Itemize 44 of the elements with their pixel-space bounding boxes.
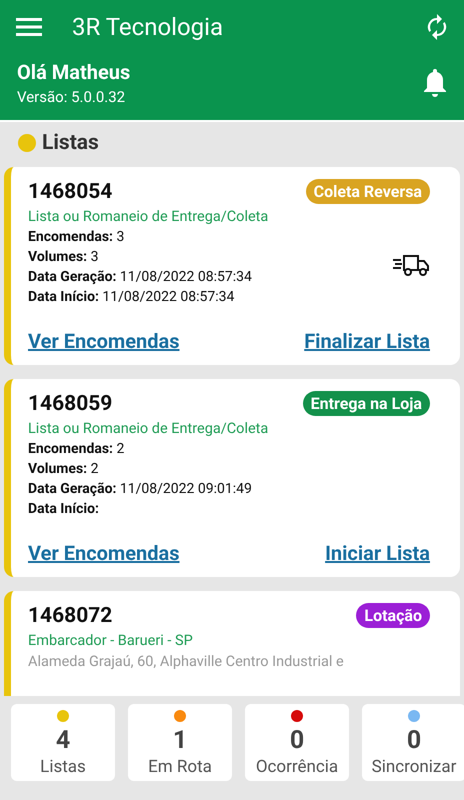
detail-text: Data Geração: 11/08/2022 08:57:34 [28, 269, 253, 285]
detail-text: Data Geração: 11/08/2022 09:01:49 [28, 481, 253, 497]
list-number: 1468059 [28, 392, 112, 416]
count-text: 0 [290, 726, 304, 755]
tile-label: Ocorrência [256, 757, 338, 777]
list-subtitle: Embarcador - Barueri - SP [28, 632, 194, 649]
section-title: Listas [42, 131, 99, 155]
detail-text: Volumes: 3 [28, 249, 100, 265]
detail-text: Encomendas: 3 [28, 229, 126, 245]
list-card[interactable]: 1468054 Coleta Reversa Lista ou Romaneio de Entrega/Coleta Encomendas: 3 Volumes: 3 Data Geração: 11/08/2022 08:57:34 Data Início: 11/08/2022 08:57:34 Ver Encomendas Finalizar Lista [4, 167, 460, 365]
summary-tile[interactable]: 0 Ocorrência [245, 704, 349, 781]
menu-icon[interactable] [16, 17, 42, 37]
greeting-text: Olá Matheus [17, 60, 132, 84]
count-text: 4 [56, 726, 70, 755]
type-badge: Lotação [356, 603, 430, 628]
list-number: 1468054 [28, 180, 112, 204]
list-subtitle: Lista ou Romaneio de Entrega/Coleta [28, 420, 270, 437]
detail-text: Encomendas: 2 [28, 441, 126, 457]
action-link[interactable]: Ver Encomendas [28, 329, 180, 353]
summary-tile[interactable]: 1 Em Rota [128, 704, 232, 781]
version-text: Versão: 5.0.0.32 [17, 88, 126, 106]
app-title: 3R Tecnologia [72, 13, 224, 41]
tile-label: Sincronizar [372, 757, 456, 777]
type-badge: Entrega na Loja [302, 391, 430, 416]
tile-label: Em Rota [148, 757, 212, 777]
detail-text: Data Início: 11/08/2022 08:57:34 [28, 289, 236, 305]
list-number: 1468072 [28, 604, 112, 628]
summary-tile[interactable]: 0 Sincronizar [362, 704, 464, 781]
sync-icon[interactable] [426, 14, 448, 40]
list-card[interactable]: 1468059 Entrega na Loja Lista ou Romaneio de Entrega/Coleta Encomendas: 2 Volumes: 2 Data Geração: 11/08/2022 09:01:49 Data Início: Ver Encomendas Iniciar Lista [4, 379, 460, 577]
list-subtitle: Lista ou Romaneio de Entrega/Coleta [28, 208, 270, 225]
detail-text: Volumes: 2 [28, 461, 100, 477]
address-text: Alameda Grajaú, 60, Alphaville Centro Industrial e [28, 653, 345, 670]
summary-tile[interactable]: 4 Listas [11, 704, 115, 781]
count-text: 0 [406, 726, 422, 755]
action-link[interactable]: Ver Encomendas [28, 541, 180, 565]
detail-text: Data Início: [28, 501, 100, 517]
tile-label: Listas [40, 757, 86, 777]
count-text: 1 [172, 726, 188, 755]
action-link[interactable]: Finalizar Lista [304, 329, 430, 353]
list-card[interactable]: 1468072 Lotação Embarcador - Barueri - SP Alameda Grajaú, 60, Alphaville Centro Industrial e [4, 591, 460, 696]
type-badge: Coleta Reversa [306, 179, 430, 204]
action-link[interactable]: Iniciar Lista [325, 541, 430, 565]
bell-icon[interactable] [422, 68, 448, 98]
